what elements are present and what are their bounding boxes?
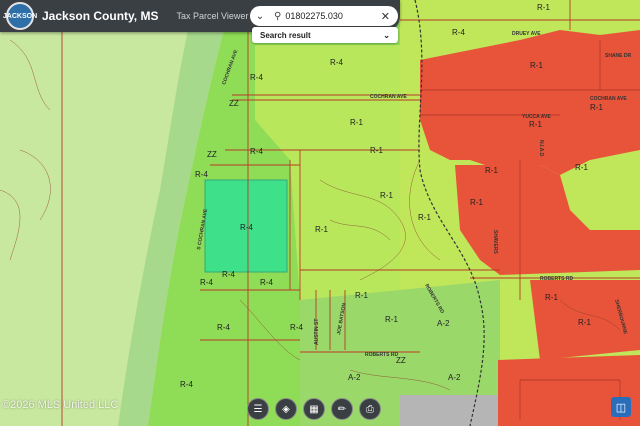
search-box[interactable]: ⌄ ⚲ 01802275.030 ✕	[250, 6, 398, 26]
parcel-map[interactable]: R-4 R-4 R-4 R-4 R-1 R-1 R-4 R-4 R-4 R-1 …	[0, 0, 640, 426]
search-result-dropdown[interactable]: Search result ⌄	[252, 27, 398, 43]
zone-label: R-1	[529, 120, 542, 129]
zone-label: R-1	[485, 166, 498, 175]
zone-label: R-1	[530, 61, 543, 70]
measure-icon[interactable]: ✏	[331, 398, 353, 420]
zone-label: R-1	[537, 3, 550, 12]
zone-label: R-4	[452, 28, 465, 37]
street-label: ROBERTS RD	[540, 276, 573, 282]
gray-lot	[400, 395, 498, 426]
layers-stack-icon[interactable]: ◈	[275, 398, 297, 420]
map-toolbar: ☰ ◈ ▦ ✏ ⎙	[247, 398, 381, 420]
basemap-grid-icon[interactable]: ▦	[303, 398, 325, 420]
street-label: SHAVERS	[492, 230, 498, 254]
zone-label: R-1	[315, 225, 328, 234]
search-input[interactable]: 01802275.030	[285, 11, 380, 21]
street-label: AUSTIN ST	[314, 319, 320, 345]
app-subtitle: Tax Parcel Viewer	[176, 11, 249, 21]
zone-label: R-4	[217, 323, 230, 332]
zone-label: R-1	[370, 146, 383, 155]
zone-label: A-2	[437, 319, 450, 328]
street-label: DRUEY AVE	[512, 31, 541, 37]
zone-commercial-small	[440, 70, 470, 90]
zone-label: A-2	[348, 373, 361, 382]
zone-label: R-4	[240, 223, 253, 232]
zone-label: R-4	[250, 73, 263, 82]
street-label: YUCCA AVE	[522, 114, 551, 120]
layers-list-icon[interactable]: ☰	[247, 398, 269, 420]
zone-label: ZZ	[229, 99, 239, 108]
street-label: COCHRAN AVE	[590, 96, 627, 102]
zone-label: R-4	[195, 170, 208, 179]
street-label: SHANE DR	[605, 53, 632, 59]
zone-label: R-4	[222, 270, 235, 279]
zone-label: R-1	[385, 315, 398, 324]
logo-text: JACKSON	[2, 12, 38, 20]
zone-label: R-1	[545, 293, 558, 302]
chevron-down-icon[interactable]: ⌄	[383, 31, 390, 40]
zone-label: R-4	[250, 147, 263, 156]
zone-label: R-4	[180, 380, 193, 389]
zone-label: A-2	[448, 373, 461, 382]
zone-label: R-1	[578, 318, 591, 327]
zone-label: R-1	[350, 118, 363, 127]
street-label: N.I.A.D	[538, 140, 544, 157]
search-result-label: Search result	[260, 30, 311, 40]
close-icon[interactable]: ✕	[381, 10, 390, 23]
zone-label: R-1	[590, 103, 603, 112]
chevron-down-icon[interactable]: ⌄	[250, 6, 270, 26]
app-title: Jackson County, MS	[42, 9, 159, 23]
zone-label: R-1	[355, 291, 368, 300]
zone-label: R-4	[200, 278, 213, 287]
zone-label: ZZ	[207, 150, 217, 159]
county-logo: JACKSON	[2, 2, 38, 30]
zone-label: R-4	[330, 58, 343, 67]
database-icon[interactable]: ◫	[611, 397, 631, 417]
search-icon: ⚲	[274, 10, 282, 22]
zone-label: R-4	[260, 278, 273, 287]
zone-label: R-1	[575, 163, 588, 172]
watermark: ©2026 MLS United LLC	[2, 399, 119, 411]
zone-label: R-1	[380, 191, 393, 200]
zone-label: R-1	[470, 198, 483, 207]
zone-label: R-1	[418, 213, 431, 222]
print-icon[interactable]: ⎙	[359, 398, 381, 420]
street-label: COCHRAN AVE	[370, 94, 407, 100]
zone-label: R-4	[290, 323, 303, 332]
street-label: ROBERTS RD	[365, 352, 398, 358]
